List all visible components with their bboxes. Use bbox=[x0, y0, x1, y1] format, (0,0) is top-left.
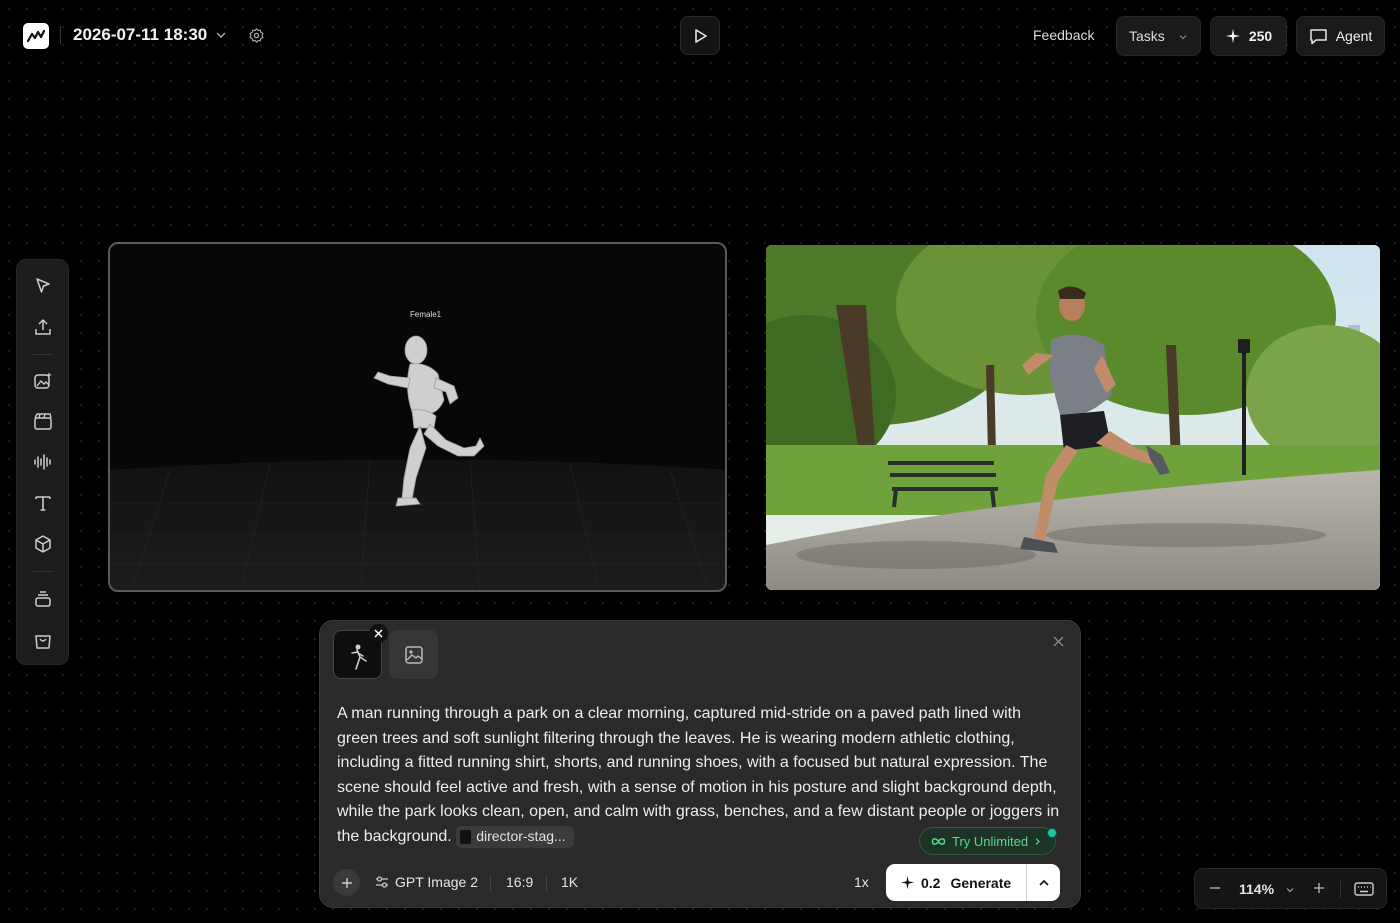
gear-icon[interactable] bbox=[248, 27, 265, 44]
mannequin-figure bbox=[373, 335, 485, 507]
try-unlimited-badge[interactable]: Try Unlimited bbox=[919, 827, 1057, 855]
text-icon[interactable] bbox=[31, 491, 55, 515]
generate-button-group: 0.2 Generate bbox=[886, 864, 1060, 901]
tasks-dropdown[interactable]: Tasks bbox=[1116, 16, 1201, 56]
generate-button[interactable]: 0.2 Generate bbox=[886, 864, 1026, 901]
agent-label: Agent bbox=[1335, 28, 1373, 44]
close-icon[interactable] bbox=[1053, 636, 1064, 647]
credits-count: 250 bbox=[1248, 28, 1273, 44]
sparkle-icon bbox=[1225, 29, 1240, 43]
play-icon bbox=[695, 28, 707, 43]
model-selector[interactable]: GPT Image 2 bbox=[375, 874, 478, 890]
aspect-ratio-label: 16:9 bbox=[506, 874, 534, 890]
try-unlimited-label: Try Unlimited bbox=[952, 833, 1029, 849]
resolution-selector[interactable]: 1K bbox=[561, 874, 578, 890]
status-dot bbox=[1047, 828, 1057, 838]
generated-image[interactable] bbox=[766, 245, 1380, 590]
image-generate-icon[interactable] bbox=[31, 369, 55, 393]
bag-icon[interactable] bbox=[31, 628, 55, 652]
upload-icon[interactable] bbox=[31, 315, 55, 339]
play-button[interactable] bbox=[680, 16, 720, 55]
top-bar: 2026-07-11 18:30 Feedback Tasks 250 Agen… bbox=[0, 0, 1400, 70]
generate-label: Generate bbox=[950, 874, 1012, 891]
chevron-down-icon[interactable] bbox=[1285, 885, 1295, 895]
generate-options-button[interactable] bbox=[1027, 864, 1060, 901]
app-logo-icon[interactable] bbox=[23, 23, 49, 49]
zoom-in-icon[interactable] bbox=[1312, 881, 1326, 895]
left-toolbar bbox=[16, 259, 69, 665]
close-icon bbox=[374, 629, 383, 638]
feedback-link[interactable]: Feedback bbox=[1033, 27, 1094, 43]
pose-frame[interactable]: Female1 bbox=[108, 242, 727, 592]
zoom-level[interactable]: 114% bbox=[1239, 881, 1274, 897]
chevron-down-icon bbox=[1179, 35, 1187, 40]
prompt-text: A man running through a park on a clear … bbox=[337, 705, 1060, 845]
sparkle-icon bbox=[900, 875, 915, 890]
agent-button[interactable]: Agent bbox=[1296, 16, 1385, 56]
reference-chip-thumb-icon bbox=[460, 829, 472, 844]
image-icon bbox=[404, 645, 423, 664]
batch-multiplier[interactable]: 1x bbox=[854, 874, 869, 890]
chevron-up-icon bbox=[1038, 879, 1049, 886]
infinity-icon bbox=[931, 837, 946, 845]
chat-icon bbox=[1309, 28, 1327, 44]
model-label: GPT Image 2 bbox=[395, 874, 479, 890]
reference-chip-label: director-stag... bbox=[476, 828, 566, 845]
zoom-controls: 114% bbox=[1194, 868, 1387, 909]
zoom-divider bbox=[1340, 881, 1341, 898]
tasks-label: Tasks bbox=[1129, 28, 1165, 44]
3d-cube-icon[interactable] bbox=[31, 532, 55, 556]
select-icon[interactable] bbox=[31, 274, 55, 298]
figure-label: Female1 bbox=[410, 310, 442, 319]
remove-reference-button[interactable] bbox=[369, 624, 388, 643]
prompt-panel: A man running through a park on a clear … bbox=[319, 620, 1081, 908]
reference-chip[interactable]: director-stag... bbox=[456, 825, 574, 848]
video-icon[interactable] bbox=[31, 410, 55, 434]
generate-cost: 0.2 bbox=[921, 874, 941, 891]
toolbar-divider bbox=[33, 354, 53, 355]
option-divider bbox=[546, 875, 547, 891]
project-title[interactable]: 2026-07-11 18:30 bbox=[73, 25, 207, 45]
credits-button[interactable]: 250 bbox=[1210, 16, 1287, 56]
add-button[interactable] bbox=[333, 869, 360, 896]
add-image-button[interactable] bbox=[389, 630, 438, 679]
zoom-out-icon[interactable] bbox=[1208, 881, 1222, 895]
layers-icon[interactable] bbox=[31, 587, 55, 611]
option-divider bbox=[490, 875, 491, 891]
keyboard-icon[interactable] bbox=[1354, 880, 1374, 898]
audio-waveform-icon[interactable] bbox=[31, 450, 55, 474]
header-divider bbox=[60, 26, 61, 44]
toolbar-divider bbox=[33, 571, 53, 572]
sliders-icon bbox=[376, 876, 388, 888]
chevron-right-icon bbox=[1035, 837, 1040, 845]
aspect-ratio-selector[interactable]: 16:9 bbox=[506, 874, 533, 890]
resolution-label: 1K bbox=[561, 874, 579, 890]
park-runner-image bbox=[766, 245, 1380, 590]
chevron-down-icon[interactable] bbox=[215, 29, 227, 41]
plus-icon bbox=[341, 877, 352, 888]
